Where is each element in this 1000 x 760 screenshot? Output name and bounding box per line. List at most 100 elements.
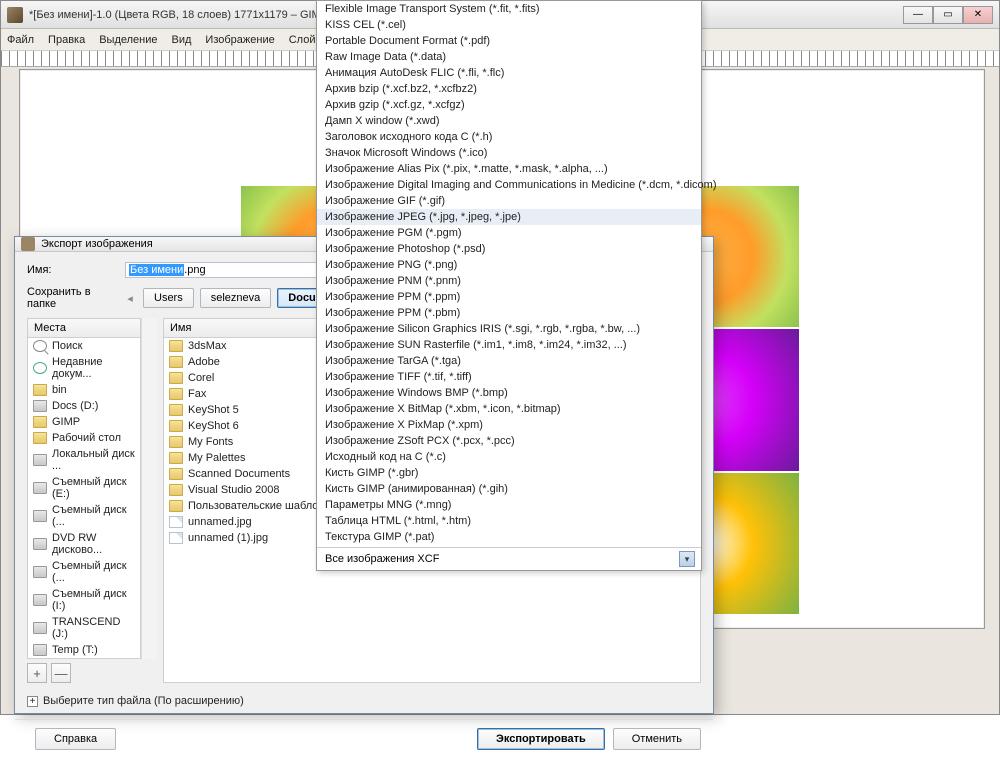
file-item-label: unnamed.jpg [188,516,252,528]
places-item[interactable]: Temp (T:) [28,642,140,658]
folder-icon [33,432,47,444]
drive-icon [33,594,47,606]
places-item-label: Локальный диск ... [52,448,135,472]
folder-icon [169,452,183,464]
drive-icon [33,400,47,412]
drive-icon [33,454,47,466]
format-option[interactable]: Исходный код на C (*.c) [317,449,701,465]
format-option[interactable]: Изображение Windows BMP (*.bmp) [317,385,701,401]
folder-icon [33,384,47,396]
breadcrumb-selezneva[interactable]: selezneva [200,288,272,308]
format-option[interactable]: Изображение Photoshop (*.psd) [317,241,701,257]
places-item[interactable]: Рабочий стол [28,430,140,446]
export-button[interactable]: Экспортировать [477,728,605,750]
menu-view[interactable]: Вид [172,34,192,46]
file-item-label: KeyShot 6 [188,420,239,432]
format-option[interactable]: Значок Microsoft Windows (*.ico) [317,145,701,161]
places-item-label: Съемный диск (I:) [52,588,135,612]
menu-file[interactable]: Файл [7,34,34,46]
format-option[interactable]: Кисть GIMP (*.gbr) [317,465,701,481]
places-item[interactable]: Съемный диск (... [28,558,140,586]
format-option[interactable]: Flexible Image Transport System (*.fit, … [317,1,701,17]
format-option[interactable]: Параметры MNG (*.mng) [317,497,701,513]
format-option[interactable]: Raw Image Data (*.data) [317,49,701,65]
format-option[interactable]: Изображение Alias Pix (*.pix, *.matte, *… [317,161,701,177]
places-header[interactable]: Места [27,318,141,338]
filename-label: Имя: [27,264,117,276]
menu-image[interactable]: Изображение [205,34,274,46]
file-item-label: 3dsMax [188,340,227,352]
places-item[interactable]: TRANSCEND (J:) [28,614,140,642]
close-button[interactable]: ✕ [963,6,993,24]
format-option[interactable]: Анимация AutoDesk FLIC (*.fli, *.flc) [317,65,701,81]
format-option[interactable]: Таблица HTML (*.html, *.htm) [317,513,701,529]
folder-icon [169,388,183,400]
places-item[interactable]: Поиск [28,338,140,354]
folder-icon [169,484,183,496]
filetype-expander[interactable]: + Выберите тип файла (По расширению) [27,691,701,711]
format-option[interactable]: Изображение PGM (*.pgm) [317,225,701,241]
places-item[interactable]: Локальный диск ... [28,446,140,474]
remove-place-button[interactable]: — [51,663,71,683]
format-option[interactable]: Изображение PNM (*.pnm) [317,273,701,289]
file-item-label: My Palettes [188,452,245,464]
format-option[interactable]: Изображение X PixMap (*.xpm) [317,417,701,433]
format-option[interactable]: KISS CEL (*.cel) [317,17,701,33]
format-option[interactable]: Изображение PNG (*.png) [317,257,701,273]
filetype-dropdown[interactable]: Flexible Image Transport System (*.fit, … [316,0,702,571]
format-option[interactable]: Изображение PPM (*.ppm) [317,289,701,305]
minimize-button[interactable]: — [903,6,933,24]
drive-icon [33,482,47,494]
menu-select[interactable]: Выделение [99,34,157,46]
places-item[interactable]: Docs (D:) [28,398,140,414]
add-place-button[interactable]: + [27,663,47,683]
file-item-label: unnamed (1).jpg [188,532,268,544]
cancel-button[interactable]: Отменить [613,728,701,750]
breadcrumb-users[interactable]: Users [143,288,194,308]
format-option[interactable]: Архив gzip (*.xcf.gz, *.xcfgz) [317,97,701,113]
places-item-label: Поиск [52,340,82,352]
format-option[interactable]: Изображение TarGA (*.tga) [317,353,701,369]
filetype-dropdown-toggle[interactable]: ▾ [679,551,695,567]
format-option[interactable]: Кисть GIMP (анимированная) (*.gih) [317,481,701,497]
format-option[interactable]: Текстура GIMP (*.pat) [317,529,701,545]
format-option[interactable]: Изображение ZSoft PCX (*.pcx, *.pcc) [317,433,701,449]
filetype-filter-input[interactable] [323,551,679,567]
places-item-label: Docs (D:) [52,400,98,412]
file-item-label: My Fonts [188,436,233,448]
breadcrumb-back-icon[interactable]: ◂ [123,292,137,305]
format-option[interactable]: Изображение Digital Imaging and Communic… [317,177,701,193]
menu-edit[interactable]: Правка [48,34,85,46]
format-option[interactable]: Заголовок исходного кода C (*.h) [317,129,701,145]
format-option[interactable]: Изображение X BitMap (*.xbm, *.icon, *.b… [317,401,701,417]
places-item[interactable]: GIMP [28,414,140,430]
search-icon [33,340,47,352]
folder-icon [169,372,183,384]
places-list[interactable]: Поиск Недавние докум...bin Docs (D:) GIMPРа… [27,338,141,659]
format-option[interactable]: Дамп X window (*.xwd) [317,113,701,129]
format-option[interactable]: Архив bzip (*.xcf.bz2, *.xcfbz2) [317,81,701,97]
file-item-label: Scanned Documents [188,468,290,480]
places-item[interactable]: bin [28,382,140,398]
places-item[interactable]: Съемный диск (E:) [28,474,140,502]
places-scrollbar[interactable] [141,318,157,659]
format-option[interactable]: Изображение JPEG (*.jpg, *.jpeg, *.jpe) [317,209,701,225]
menu-layer[interactable]: Слой [289,34,316,46]
format-option[interactable]: Изображение Silicon Graphics IRIS (*.sgi… [317,321,701,337]
format-option[interactable]: Изображение SUN Rasterfile (*.im1, *.im8… [317,337,701,353]
file-item-label: Fax [188,388,206,400]
places-item[interactable]: Недавние докум... [28,354,140,382]
places-item[interactable]: Съемный диск (... [28,502,140,530]
folder-icon [169,436,183,448]
places-item-label: Съемный диск (E:) [52,476,135,500]
dialog-title: Экспорт изображения [41,238,153,250]
file-item-label: Adobe [188,356,220,368]
places-item[interactable]: DVD RW дисково... [28,530,140,558]
format-option[interactable]: Изображение TIFF (*.tif, *.tiff) [317,369,701,385]
format-option[interactable]: Изображение GIF (*.gif) [317,193,701,209]
maximize-button[interactable]: ▭ [933,6,963,24]
help-button[interactable]: Справка [35,728,116,750]
format-option[interactable]: Portable Document Format (*.pdf) [317,33,701,49]
places-item[interactable]: Съемный диск (I:) [28,586,140,614]
format-option[interactable]: Изображение PPM (*.pbm) [317,305,701,321]
